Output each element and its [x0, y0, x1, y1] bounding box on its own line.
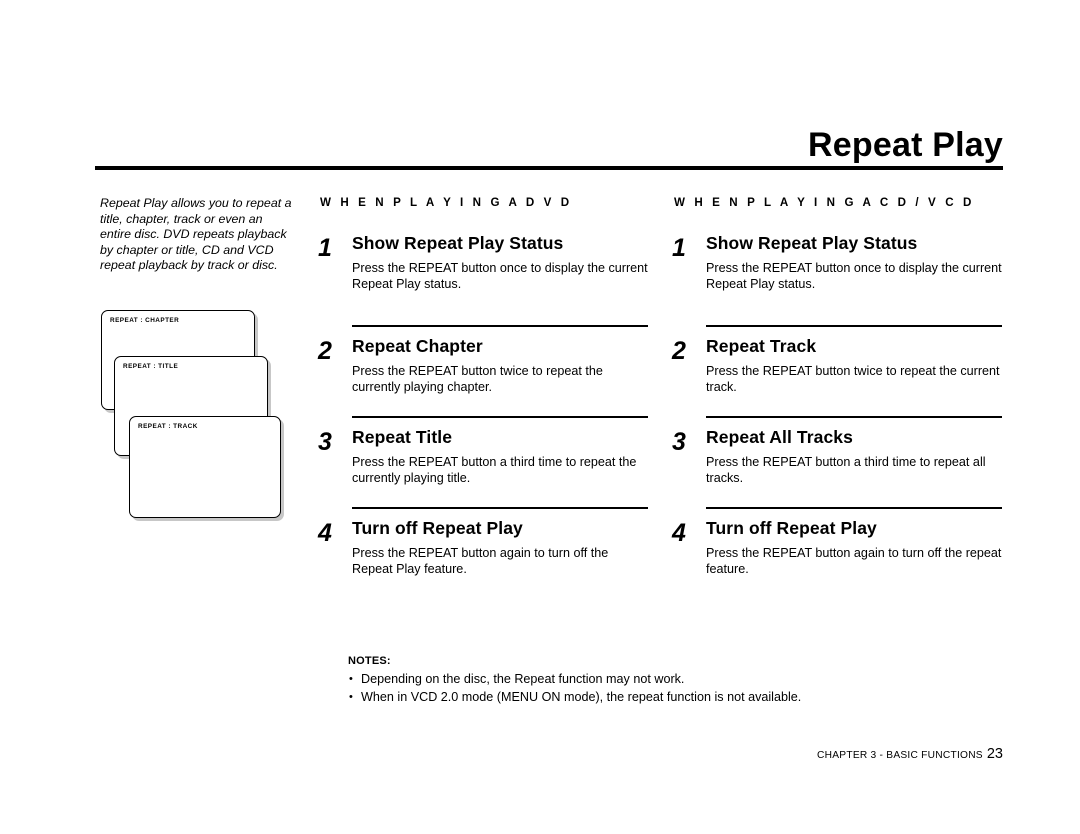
step-title: Show Repeat Play Status	[706, 233, 918, 253]
column-when-playing-a-dvd: W H E N P L A Y I N G A D V D 1 Show Rep…	[318, 196, 648, 576]
step-cdvcd-4: 4 Turn off Repeat Play Press the REPEAT …	[672, 507, 1040, 577]
step-body: Press the REPEAT button once to display …	[352, 261, 648, 291]
bullet-icon: •	[349, 673, 353, 685]
step-body: Press the REPEAT button twice to repeat …	[352, 364, 603, 394]
column-when-playing-a-cd-vcd: W H E N P L A Y I N G A C D / V C D 1 Sh…	[672, 196, 1002, 576]
note-text: When in VCD 2.0 mode (MENU ON mode), the…	[361, 689, 802, 704]
step-divider	[352, 325, 648, 327]
step-body: Press the REPEAT button again to turn of…	[352, 546, 609, 576]
sidebar: Repeat Play allows you to repeat a title…	[100, 196, 296, 274]
step-divider	[352, 416, 648, 418]
note-text: Depending on the disc, the Repeat functi…	[361, 672, 685, 686]
step-dvd-1: 1 Show Repeat Play Status Press the REPE…	[318, 234, 686, 292]
osd-illustration: REPEAT : CHAPTER REPEAT : TITLE REPEAT :…	[95, 300, 295, 530]
step-number: 1	[318, 234, 332, 262]
step-title: Repeat Track	[706, 336, 817, 356]
osd-label-repeat-chapter: REPEAT : CHAPTER	[110, 317, 180, 324]
step-divider	[706, 416, 1002, 418]
step-dvd-3: 3 Repeat Title Press the REPEAT button a…	[318, 416, 686, 486]
step-number: 2	[672, 337, 686, 365]
step-dvd-2: 2 Repeat Chapter Press the REPEAT button…	[318, 325, 686, 395]
header-divider-rule	[95, 166, 1003, 170]
step-number: 4	[672, 519, 686, 547]
step-number: 3	[318, 428, 332, 456]
step-body: Press the REPEAT button once to display …	[706, 261, 1002, 291]
column-heading-dvd: W H E N P L A Y I N G A D V D	[320, 196, 573, 209]
bullet-icon: •	[349, 690, 353, 703]
step-title: Turn off Repeat Play	[352, 518, 523, 538]
step-title: Repeat Title	[352, 427, 453, 447]
step-number: 2	[318, 337, 332, 365]
step-body: Press the REPEAT button again to turn of…	[706, 546, 1002, 576]
step-body: Press the REPEAT button a third time to …	[706, 455, 986, 485]
step-title: Repeat Chapter	[352, 336, 483, 356]
step-number: 3	[672, 428, 686, 456]
osd-label-repeat-title: REPEAT : TITLE	[123, 363, 179, 370]
step-number: 4	[318, 519, 332, 547]
step-divider	[706, 507, 1002, 509]
notes-heading: NOTES:	[348, 655, 391, 667]
step-number: 1	[672, 234, 686, 262]
step-title: Show Repeat Play Status	[352, 233, 564, 253]
footer: CHAPTER 3 - BASIC FUNCTIONS 23	[817, 746, 1003, 762]
page-title: Repeat Play	[808, 126, 1003, 164]
step-divider	[706, 325, 1002, 327]
intro-paragraph: Repeat Play allows you to repeat a title…	[100, 196, 292, 273]
step-divider	[352, 507, 648, 509]
footer-chapter-label: CHAPTER 3 - BASIC FUNCTIONS	[817, 750, 983, 761]
osd-label-repeat-track: REPEAT : TRACK	[138, 423, 198, 430]
step-dvd-4: 4 Turn off Repeat Play Press the REPEAT …	[318, 507, 686, 577]
step-title: Turn off Repeat Play	[706, 518, 877, 538]
step-title: Repeat All Tracks	[706, 427, 853, 447]
step-cdvcd-1: 1 Show Repeat Play Status Press the REPE…	[672, 234, 1040, 292]
step-body: Press the REPEAT button a third time to …	[352, 455, 637, 485]
column-heading-cd-vcd: W H E N P L A Y I N G A C D / V C D	[674, 196, 975, 209]
note-item: • When in VCD 2.0 mode (MENU ON mode), t…	[348, 689, 988, 707]
step-cdvcd-2: 2 Repeat Track Press the REPEAT button t…	[672, 325, 1040, 395]
notes-section: NOTES: • Depending on the disc, the Repe…	[348, 655, 988, 706]
step-cdvcd-3: 3 Repeat All Tracks Press the REPEAT but…	[672, 416, 1040, 486]
step-body: Press the REPEAT button twice to repeat …	[706, 364, 1000, 394]
note-item: • Depending on the disc, the Repeat func…	[348, 671, 988, 689]
footer-page-number: 23	[986, 746, 1003, 762]
osd-box-repeat-track: REPEAT : TRACK	[129, 416, 281, 518]
